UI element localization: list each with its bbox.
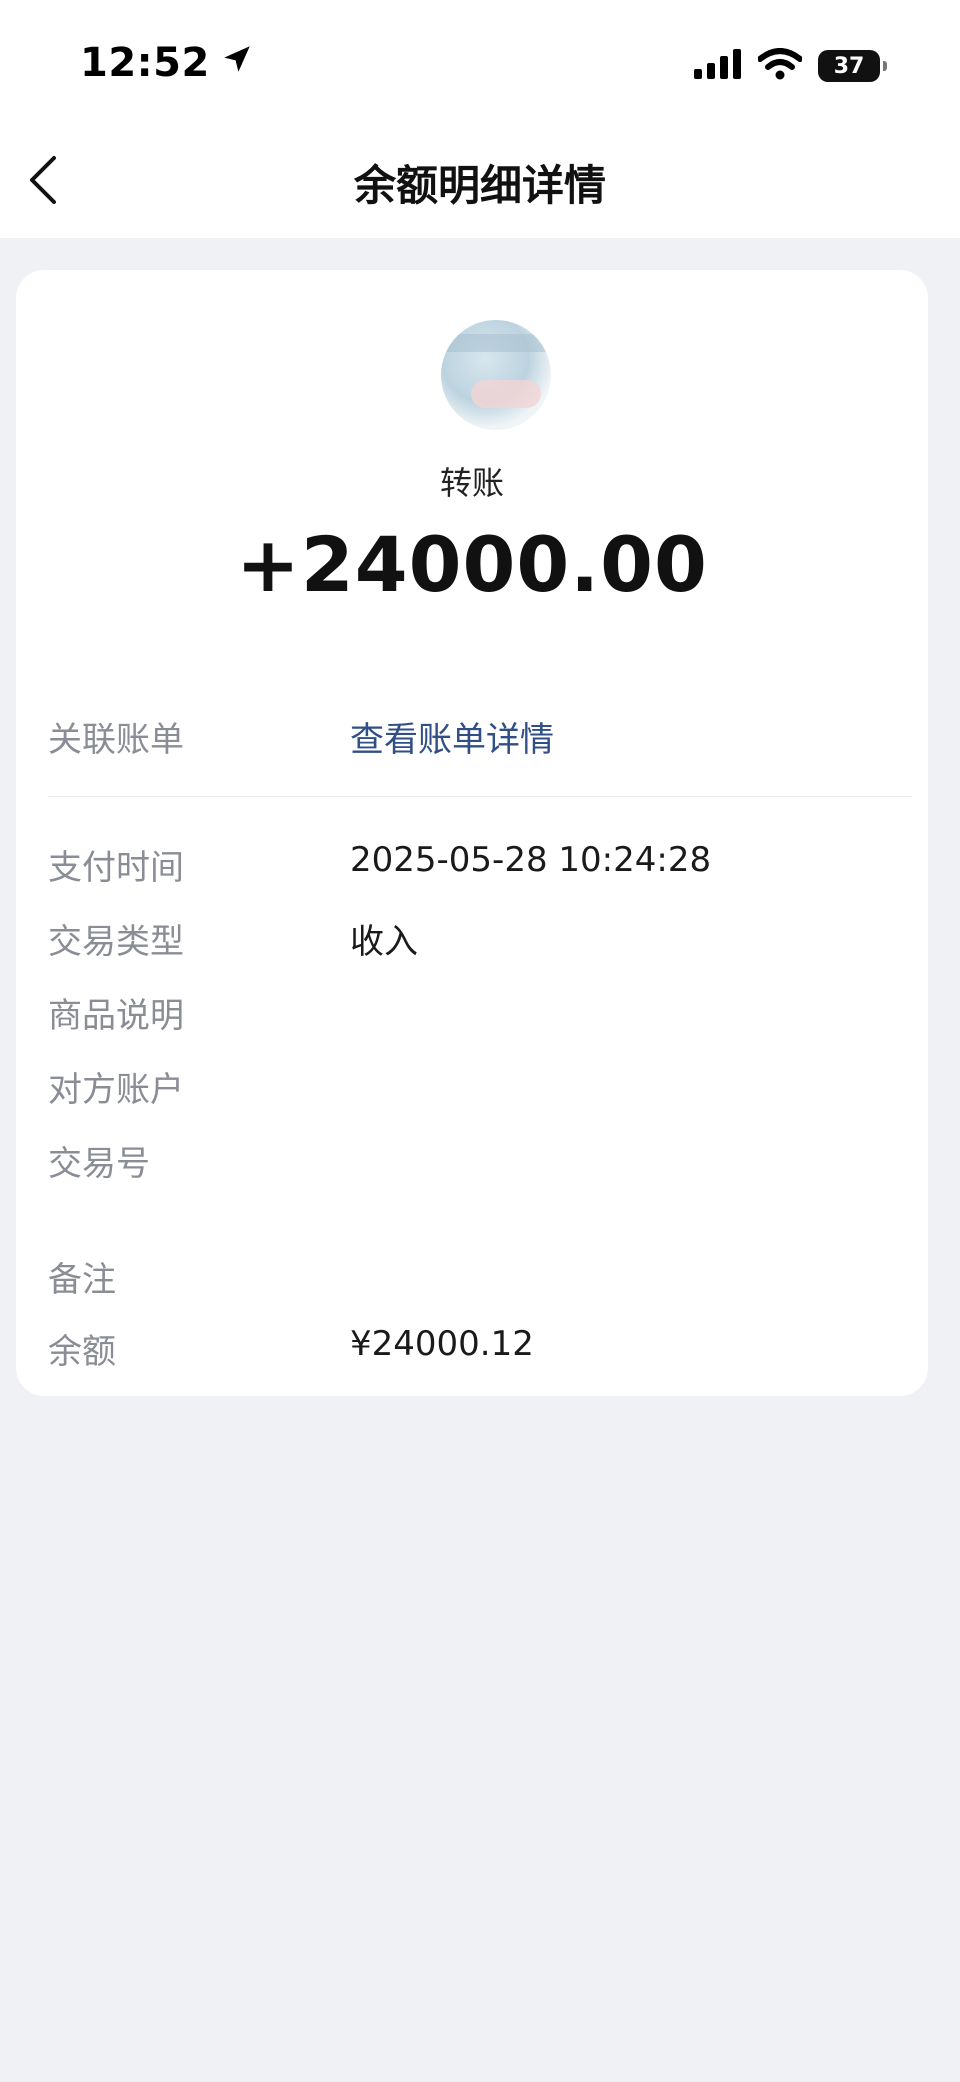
status-time: 12:52 (80, 40, 254, 86)
related-bill-label: 关联账单 (48, 720, 184, 760)
battery-level: 37 (833, 53, 865, 79)
payment-time-label: 支付时间 (48, 848, 184, 888)
location-arrow-icon (220, 40, 254, 86)
status-time-text: 12:52 (80, 40, 210, 86)
wifi-icon (757, 48, 803, 84)
view-bill-details-link[interactable]: 查看账单详情 (350, 712, 554, 761)
balance-label: 余额 (48, 1332, 116, 1372)
payment-time-value: 2025-05-28 10:24:28 (350, 840, 712, 880)
counterparty-name: 转账 (439, 464, 504, 502)
transaction-type-label: 交易类型 (48, 922, 184, 962)
status-icons: 37 (694, 48, 887, 84)
divider (48, 796, 912, 797)
balance-value: ¥24000.12 (350, 1324, 534, 1364)
header-area: 12:52 37 余额明细详情 (0, 0, 960, 238)
product-description-label: 商品说明 (48, 996, 184, 1036)
transaction-number-label: 交易号 (48, 1144, 150, 1184)
transaction-type-value: 收入 (350, 922, 418, 962)
transaction-card: 转账 +24000.00 关联账单 查看账单详情 支付时间 2025-05-28… (16, 270, 928, 1396)
transaction-amount: +24000.00 (236, 520, 708, 609)
page-title: 余额明细详情 (353, 161, 606, 210)
remark-label: 备注 (48, 1260, 116, 1300)
cellular-signal-icon (694, 49, 742, 83)
battery-icon: 37 (818, 50, 887, 82)
avatar (441, 320, 551, 430)
counterparty-account-label: 对方账户 (48, 1070, 184, 1110)
